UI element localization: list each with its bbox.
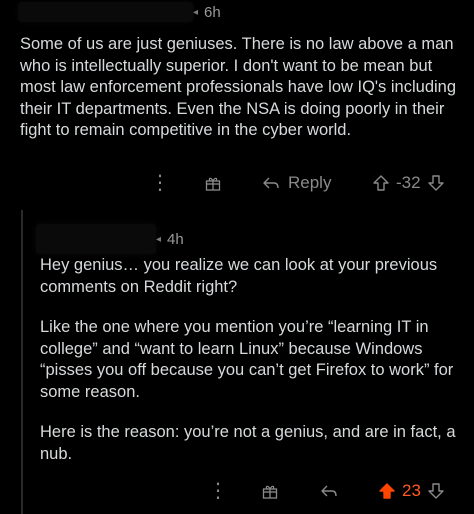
reply-arrow-icon [263,177,279,189]
meta-marker-icon: ◂ [193,6,199,18]
vote-score: 23 [402,481,421,500]
comment-meta: ◂ 6h [18,2,221,22]
reply-button[interactable]: Reply [262,173,331,193]
comment-reply: ◂ 4h Hey genius… you realize we can look… [0,206,474,514]
vote-controls: 23 [378,481,445,501]
award-icon [262,485,278,499]
upvote-icon[interactable] [378,482,396,500]
comment-paragraph: Here is the reason: you’re not a genius,… [40,423,456,463]
comment-parent: ◂ 6h Some of us are just geniuses. There… [0,0,474,206]
upvote-icon[interactable] [372,174,390,192]
comment-paragraph: Hey genius… you realize we can look at y… [40,256,438,296]
more-options-button[interactable]: ⋮ [208,480,228,502]
award-icon [205,177,221,191]
vote-controls: -32 [372,173,445,193]
more-dots-icon: ⋮ [208,480,228,502]
award-button[interactable] [205,175,221,191]
reply-arrow-icon [321,485,337,497]
reply-label: Reply [288,173,332,192]
comment-timestamp: 4h [167,230,184,248]
comment-timestamp: 6h [204,3,221,21]
meta-marker-icon: ◂ [156,233,162,245]
downvote-icon[interactable] [427,174,445,192]
reply-button[interactable] [320,484,338,498]
award-button[interactable] [262,483,278,499]
comment-actions: ⋮ 23 [0,476,474,506]
more-dots-icon: ⋮ [150,172,170,194]
vote-score: -32 [396,173,421,192]
comment-paragraph: Like the one where you mention you’re “l… [40,318,454,401]
comment-body: Some of us are just geniuses. There is n… [20,34,462,161]
comment-paragraph: Some of us are just geniuses. There is n… [20,35,457,139]
comment-body: Hey genius… you realize we can look at y… [40,255,460,484]
more-options-button[interactable]: ⋮ [150,172,170,194]
redacted-username [36,224,156,254]
redacted-username [18,2,193,22]
downvote-icon[interactable] [427,482,445,500]
comment-actions: ⋮ Reply -32 [0,168,474,198]
comment-meta: ◂ 4h [36,224,184,254]
